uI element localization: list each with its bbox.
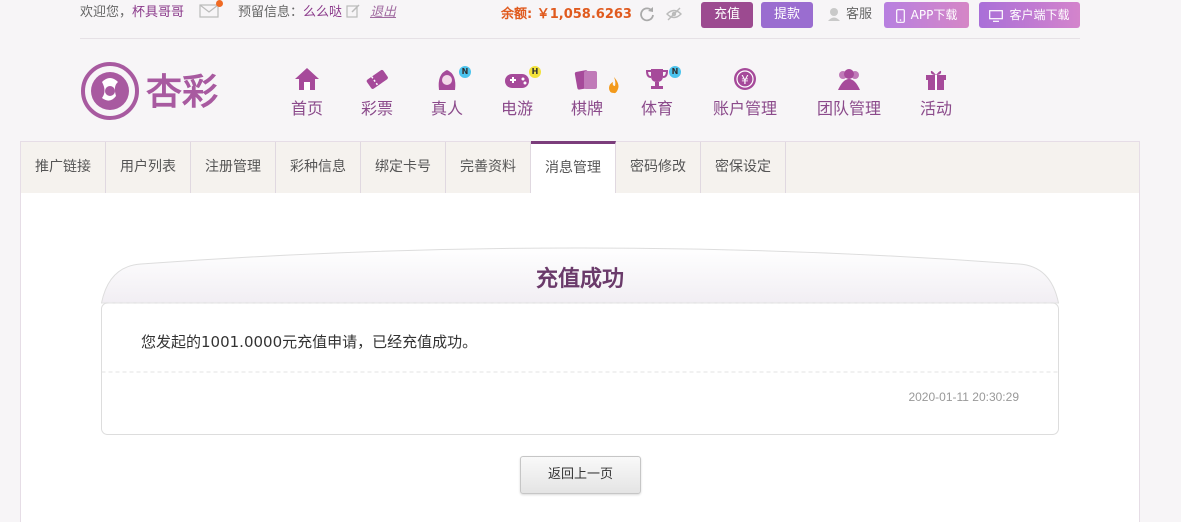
home-icon <box>295 68 319 90</box>
recharge-button[interactable]: 充值 <box>701 2 753 28</box>
tab-bind-card[interactable]: 绑定卡号 <box>361 142 446 193</box>
top-bar: 欢迎您，杯具哥哥 预留信息：么么哒 退出 余额: ￥1,058.6263 充值 … <box>80 0 1080 39</box>
nav-sports[interactable]: N 体育 <box>641 66 681 119</box>
app-download-button[interactable]: APP下载 <box>884 2 969 28</box>
balance-text: 余额: ￥1,058.6263 <box>501 7 632 22</box>
reserve-info: 预留信息：么么哒 <box>238 4 342 22</box>
nav-events-label: 活动 <box>920 99 953 118</box>
nav-account[interactable]: ¥ 账户管理 <box>713 66 777 119</box>
nav-account-label: 账户管理 <box>713 99 778 118</box>
nav-lottery[interactable]: 彩票 <box>361 66 393 119</box>
welcome-prefix: 欢迎您， <box>80 5 133 20</box>
reserve-label: 预留信息： <box>238 5 304 20</box>
live-dealer-icon <box>438 70 456 90</box>
username[interactable]: 杯具哥哥 <box>132 5 184 20</box>
refresh-icon[interactable] <box>639 6 655 22</box>
logo-emblem-icon <box>81 62 139 120</box>
nav-live-label: 真人 <box>431 99 464 118</box>
nav-live[interactable]: N 真人 <box>431 66 471 119</box>
tab-promo-link[interactable]: 推广链接 <box>21 142 106 193</box>
nav-egame[interactable]: H 电游 <box>501 66 541 119</box>
unread-dot <box>216 0 223 7</box>
back-button[interactable]: 返回上一页 <box>520 456 641 494</box>
logout-link[interactable]: 退出 <box>370 4 396 22</box>
new-badge: N <box>459 66 471 78</box>
logo-text: 杏彩 <box>146 72 218 113</box>
nav-cards[interactable]: 棋牌 <box>571 66 619 119</box>
nav-sports-label: 体育 <box>641 99 674 118</box>
tab-lottery-info[interactable]: 彩种信息 <box>276 142 361 193</box>
monitor-icon <box>989 9 1004 22</box>
message-body: 您发起的1001.0000元充值申请，已经充值成功。 <box>141 333 478 351</box>
yen-coin-icon: ¥ <box>734 68 756 90</box>
hide-balance-icon[interactable] <box>666 6 682 22</box>
tab-user-list[interactable]: 用户列表 <box>106 142 191 193</box>
ticket-icon <box>366 69 388 89</box>
tab-register-manage[interactable]: 注册管理 <box>191 142 276 193</box>
tab-messages[interactable]: 消息管理 <box>531 141 616 193</box>
customer-service-icon[interactable] <box>827 7 841 21</box>
tab-security-question[interactable]: 密保设定 <box>701 142 786 193</box>
main-content: 充值成功 您发起的1001.0000元充值申请，已经充值成功。 2020-01-… <box>20 193 1140 522</box>
flame-icon <box>609 77 619 94</box>
client-download-button[interactable]: 客户端下载 <box>979 2 1080 28</box>
welcome-text: 欢迎您，杯具哥哥 <box>80 4 184 22</box>
client-download-label: 客户端下载 <box>1009 8 1070 22</box>
svg-text:¥: ¥ <box>741 73 749 87</box>
app-download-label: APP下载 <box>910 8 958 22</box>
message-card: 充值成功 您发起的1001.0000元充值申请，已经充值成功。 2020-01-… <box>101 236 1059 435</box>
nav-home[interactable]: 首页 <box>291 66 323 119</box>
message-title: 充值成功 <box>535 267 624 292</box>
nav-team[interactable]: 团队管理 <box>817 66 881 119</box>
nav-team-label: 团队管理 <box>817 99 882 118</box>
nav-egame-label: 电游 <box>501 99 534 118</box>
message-timestamp: 2020-01-11 20:30:29 <box>908 390 1019 404</box>
account-tabs: 推广链接 用户列表 注册管理 彩种信息 绑定卡号 完善资料 消息管理 密码修改 … <box>20 141 1140 194</box>
phone-icon <box>895 8 905 23</box>
hot-badge: H <box>529 66 541 78</box>
withdraw-button[interactable]: 提款 <box>761 2 813 28</box>
new-badge: N <box>669 66 681 78</box>
nav-events[interactable]: 活动 <box>920 66 952 119</box>
site-logo[interactable]: 杏彩 <box>80 60 235 122</box>
tab-profile[interactable]: 完善资料 <box>446 142 531 193</box>
mail-icon[interactable] <box>199 4 219 18</box>
trophy-icon <box>645 69 669 89</box>
reserve-value: 么么哒 <box>303 5 343 20</box>
nav-lottery-label: 彩票 <box>361 99 394 118</box>
team-icon <box>838 69 860 90</box>
nav-home-label: 首页 <box>291 99 324 118</box>
edit-icon[interactable] <box>346 4 360 18</box>
gamepad-icon <box>505 74 529 88</box>
gift-icon <box>926 70 946 90</box>
tab-password[interactable]: 密码修改 <box>616 142 701 193</box>
cards-icon <box>574 70 597 90</box>
nav-cards-label: 棋牌 <box>571 99 604 118</box>
customer-service-link[interactable]: 客服 <box>846 6 872 24</box>
